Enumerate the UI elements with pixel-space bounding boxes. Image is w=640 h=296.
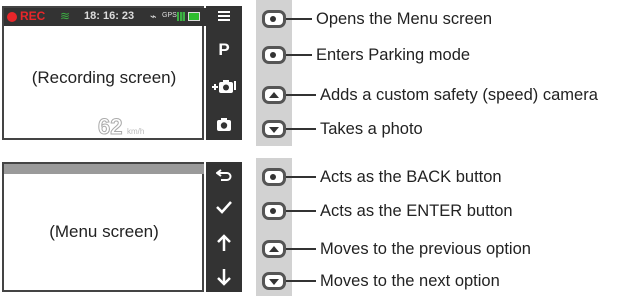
triangle-down-icon	[269, 127, 279, 133]
triangle-up-icon	[269, 246, 279, 252]
button-label: Takes a photo	[320, 120, 423, 138]
camera-icon[interactable]	[206, 117, 242, 137]
wifi-icon: ≋	[60, 9, 71, 23]
button-label: Enters Parking mode	[316, 46, 471, 64]
menu-top-bar	[4, 164, 204, 174]
triangle-down-icon	[269, 279, 279, 285]
rec-dot-icon	[7, 12, 17, 22]
menu-side-panel	[206, 162, 242, 292]
enter-hw-button[interactable]	[262, 202, 286, 220]
rec-label: REC	[20, 9, 46, 23]
button-label: Adds a custom safety (speed) camera	[320, 86, 598, 104]
battery-icon	[188, 12, 200, 21]
back-hw-button[interactable]	[262, 168, 286, 186]
leader-line	[286, 210, 316, 212]
button-label: Moves to the previous option	[320, 240, 531, 258]
add-camera-icon[interactable]	[206, 78, 242, 101]
clock-time: 18: 16: 23	[84, 10, 135, 22]
button-label: Acts as the ENTER button	[320, 202, 513, 220]
leader-line	[286, 176, 316, 178]
leader-line	[286, 54, 312, 56]
down-hw-button[interactable]	[262, 272, 286, 290]
leader-line	[286, 248, 316, 250]
leader-line	[286, 18, 312, 20]
button-dot-icon	[270, 208, 276, 214]
up-hw-button[interactable]	[262, 86, 286, 104]
gps-label: GPS	[162, 12, 177, 19]
back-icon[interactable]	[206, 168, 242, 187]
parking-hw-button[interactable]	[262, 46, 286, 64]
button-dot-icon	[270, 16, 276, 22]
down-hw-button[interactable]	[262, 120, 286, 138]
speed-readout: 62 km/h	[97, 114, 145, 140]
check-icon[interactable]	[206, 200, 242, 219]
leader-line	[286, 94, 316, 96]
speed-value: 62	[97, 114, 123, 140]
menu-hw-button[interactable]	[262, 10, 286, 28]
arrow-down-icon[interactable]	[206, 268, 242, 291]
button-label: Opens the Menu screen	[316, 10, 493, 28]
up-hw-button[interactable]	[262, 240, 286, 258]
button-label: Moves to the next option	[320, 272, 500, 290]
leader-line	[286, 280, 316, 282]
gps-signal-icon	[177, 12, 185, 21]
parking-icon[interactable]: P	[206, 40, 242, 60]
button-label: Acts as the BACK button	[320, 168, 502, 186]
mic-icon: ⌁	[150, 11, 157, 23]
recording-side-panel: P	[206, 6, 242, 140]
arrow-up-icon[interactable]	[206, 234, 242, 257]
leader-line	[286, 128, 316, 130]
status-bar: REC ≋ 18: 16: 23 ⌁ GPS	[4, 8, 206, 26]
recording-screen-label: (Recording screen)	[31, 68, 177, 87]
button-dot-icon	[270, 52, 276, 58]
menu-icon[interactable]	[206, 9, 242, 28]
triangle-up-icon	[269, 92, 279, 98]
menu-screen-label: (Menu screen)	[49, 222, 159, 241]
speed-unit: km/h	[126, 127, 145, 136]
button-dot-icon	[270, 174, 276, 180]
